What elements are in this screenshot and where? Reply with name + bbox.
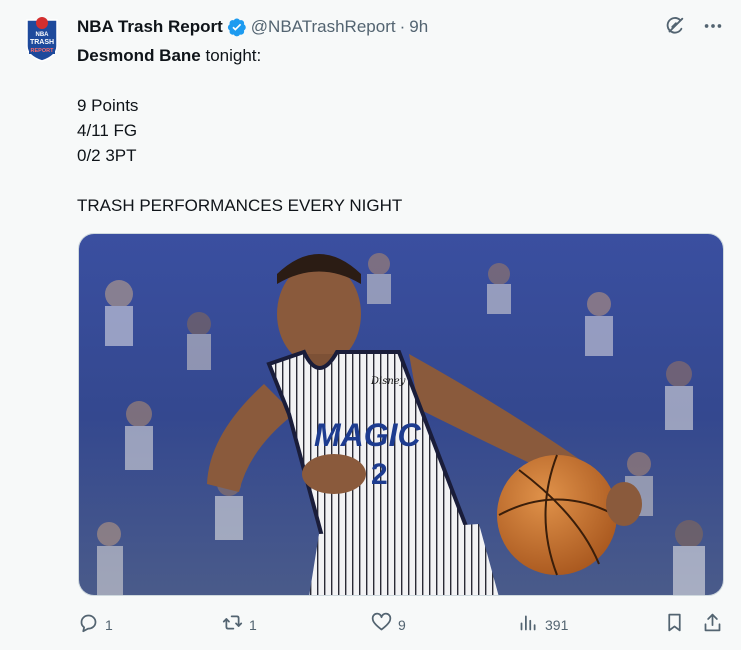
tweet-top-actions: [663, 14, 725, 38]
repost-icon: [222, 612, 243, 638]
avatar-logo-text-bottom: REPORT: [31, 48, 55, 54]
intro-suffix: tonight:: [200, 46, 262, 65]
player-name: Desmond Bane: [77, 46, 201, 65]
views-count: 391: [545, 617, 569, 633]
repost-button[interactable]: 1: [222, 612, 257, 638]
like-button[interactable]: 9: [371, 612, 406, 638]
author-handle[interactable]: @NBATrashReport: [251, 17, 396, 37]
reply-count: 1: [105, 617, 113, 633]
like-count: 9: [398, 617, 406, 633]
stat-3pt: 0/2 3PT: [77, 146, 137, 165]
repost-count: 1: [249, 617, 257, 633]
reply-icon: [78, 612, 99, 638]
stat-points: 9 Points: [77, 96, 139, 115]
stat-fg: 4/11 FG: [77, 121, 138, 140]
tweet-intro-line: Desmond Bane tonight:: [77, 43, 402, 68]
jersey-text: MAGIC: [314, 417, 422, 453]
avatar[interactable]: NBA TRASH REPORT: [25, 16, 59, 62]
bookmark-button[interactable]: [664, 612, 685, 638]
tweet-header: NBA Trash Report @NBATrashReport · 9h: [77, 16, 428, 38]
views-button[interactable]: 391: [518, 612, 568, 638]
avatar-logo-text-top: NBA: [36, 32, 50, 38]
tweet-action-bar: 1 1 9 391: [78, 612, 726, 638]
bookmark-icon: [664, 612, 685, 638]
author-name[interactable]: NBA Trash Report: [77, 17, 223, 37]
share-button[interactable]: [702, 612, 723, 638]
avatar-logo-text-mid: TRASH: [30, 39, 54, 46]
jersey-brand: Disney: [370, 376, 406, 387]
share-icon: [702, 612, 723, 638]
reply-button[interactable]: 1: [78, 612, 113, 638]
tweet-card[interactable]: NBA TRASH REPORT NBA Trash Report @NBATr…: [0, 0, 741, 650]
verified-badge-icon: [227, 17, 247, 37]
grok-icon[interactable]: [663, 14, 687, 38]
tweet-photo[interactable]: MAGIC 2 Disney: [78, 233, 724, 596]
closing-line: TRASH PERFORMANCES EVERY NIGHT: [77, 196, 403, 215]
like-icon: [371, 612, 392, 638]
views-icon: [518, 612, 539, 638]
separator-dot: ·: [399, 17, 406, 36]
jersey-number: 2: [371, 458, 388, 491]
more-icon[interactable]: [701, 14, 725, 38]
tweet-text: Desmond Bane tonight: 9 Points 4/11 FG 0…: [77, 43, 402, 218]
tweet-timestamp[interactable]: 9h: [409, 17, 428, 37]
